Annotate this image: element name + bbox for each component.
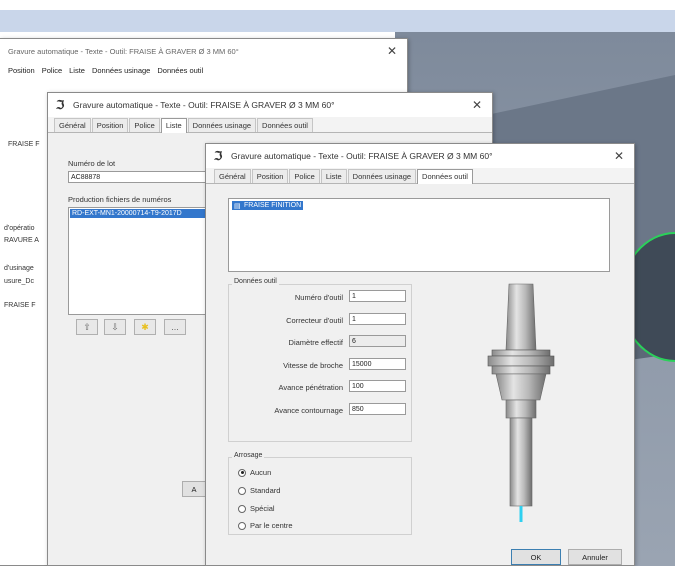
tool-item-label: FRAISE FINITION <box>244 202 302 209</box>
dialog-front-titlebar[interactable]: ℑ Gravure automatique - Texte - Outil: F… <box>206 144 634 168</box>
contour-feed-label: Avance contournage <box>274 406 343 415</box>
side-label: d'usinage <box>4 265 34 272</box>
tool-data-group-title: Données outil <box>232 278 279 285</box>
tab-police[interactable]: Police <box>42 66 62 75</box>
arrow-up-icon[interactable]: ⇧ <box>76 319 98 335</box>
close-icon[interactable]: ✕ <box>470 98 484 112</box>
tab-position[interactable]: Position <box>8 66 35 75</box>
close-icon[interactable]: ✕ <box>385 44 399 58</box>
lot-number-label: Numéro de lot <box>68 159 116 168</box>
coolant-option-special[interactable]: Spécial <box>238 504 275 513</box>
dialog-front-body: FRAISE FINITION ▤ Données outil Numéro d… <box>206 184 634 565</box>
coolant-option-none[interactable]: Aucun <box>238 468 271 477</box>
tab-general[interactable]: Général <box>214 169 251 183</box>
tool-holder-preview <box>487 283 555 522</box>
ellipsis-icon[interactable]: ... <box>164 319 186 335</box>
tab-donnees-outil[interactable]: Données outil <box>417 169 473 184</box>
tab-general[interactable]: Général <box>54 118 91 132</box>
tool-number-input[interactable]: 1 <box>349 290 406 302</box>
tab-donnees-usinage[interactable]: Données usinage <box>92 66 150 75</box>
dialog-front-title: Gravure automatique - Texte - Outil: FRA… <box>231 151 493 161</box>
coolant-option-label: Spécial <box>250 504 275 513</box>
tab-position[interactable]: Position <box>91 118 129 132</box>
tab-police[interactable]: Police <box>289 169 320 183</box>
file-production-label: Production fichiers de numéros <box>68 195 172 204</box>
spindle-speed-label: Vitesse de broche <box>283 361 343 370</box>
tab-donnees-outil[interactable]: Données outil <box>257 118 313 132</box>
close-icon[interactable]: ✕ <box>612 149 626 163</box>
tool-corrector-label: Correcteur d'outil <box>286 316 343 325</box>
spindle-speed-input[interactable]: 15000 <box>349 358 406 370</box>
tool-item-icon: ▤ <box>234 203 241 210</box>
star-icon[interactable]: ✱ <box>134 319 156 335</box>
tab-position[interactable]: Position <box>251 169 289 183</box>
coolant-option-label: Standard <box>250 486 281 495</box>
dialog-back-title: Gravure automatique - Texte - Outil: FRA… <box>8 46 239 56</box>
viewport-top-band <box>0 10 675 32</box>
effective-diameter-label: Diamètre effectif <box>288 338 343 347</box>
radio-icon[interactable] <box>238 521 246 530</box>
coolant-option-center[interactable]: Par le centre <box>238 521 293 530</box>
side-label: FRAISE F <box>8 141 40 148</box>
coolant-option-label: Aucun <box>250 468 272 477</box>
arrow-down-icon[interactable]: ⇩ <box>104 319 126 335</box>
dialog-middle-titlebar[interactable]: ℑ Gravure automatique - Texte - Outil: F… <box>48 93 492 117</box>
number-files-list[interactable]: RD-EXT-MN1-20000714-T9-2017D <box>68 207 213 315</box>
ok-button[interactable]: OK <box>511 549 561 565</box>
dialog-front[interactable]: ℑ Gravure automatique - Texte - Outil: F… <box>205 143 635 566</box>
dialog-front-tabs: Général Position Police Liste Données us… <box>206 168 634 184</box>
tab-liste[interactable]: Liste <box>69 66 85 75</box>
tab-donnees-usinage[interactable]: Données usinage <box>187 118 257 132</box>
effective-diameter-input: 6 <box>349 335 406 347</box>
dialog-back-tabs: Position Police Liste Données usinage Do… <box>0 63 407 77</box>
radio-icon[interactable] <box>238 486 246 495</box>
lot-number-input[interactable]: AC88878 <box>68 171 208 183</box>
contour-feed-input[interactable]: 850 <box>349 403 406 415</box>
coolant-option-label: Par le centre <box>250 521 293 530</box>
tab-liste[interactable]: Liste <box>160 118 187 133</box>
side-label: usure_Dc <box>4 278 34 285</box>
plunge-feed-label: Avance pénétration <box>278 383 344 392</box>
app-logo-icon: ℑ <box>56 98 65 112</box>
tool-number-label: Numéro d'outil <box>294 293 343 302</box>
coolant-group-title: Arrosage <box>232 452 265 459</box>
cancel-button[interactable]: Annuler <box>568 549 622 565</box>
list-item[interactable]: RD-EXT-MN1-20000714-T9-2017D <box>70 209 211 218</box>
tool-corrector-input[interactable]: 1 <box>349 313 406 325</box>
side-label: FRAISE F <box>4 302 36 309</box>
radio-icon[interactable] <box>238 504 246 513</box>
tab-donnees-usinage[interactable]: Données usinage <box>347 169 417 183</box>
side-label: d'opératio <box>4 225 35 232</box>
tab-police[interactable]: Police <box>129 118 160 132</box>
tool-list[interactable]: FRAISE FINITION ▤ <box>228 198 610 272</box>
coolant-option-standard[interactable]: Standard <box>238 486 280 495</box>
side-label: RAVURE A <box>4 237 39 244</box>
dialog-middle-tabs: Général Position Police Liste Données us… <box>48 117 492 133</box>
radio-selected-icon[interactable] <box>238 468 246 477</box>
plunge-feed-input[interactable]: 100 <box>349 380 406 392</box>
app-logo-icon: ℑ <box>214 149 223 163</box>
tab-liste[interactable]: Liste <box>320 169 347 183</box>
list-item[interactable]: FRAISE FINITION <box>232 201 304 210</box>
back-button[interactable]: A <box>182 481 206 497</box>
tab-donnees-outil[interactable]: Données outil <box>157 66 203 75</box>
dialog-middle-title: Gravure automatique - Texte - Outil: FRA… <box>73 100 335 110</box>
dialog-back-titlebar[interactable]: Gravure automatique - Texte - Outil: FRA… <box>0 39 407 63</box>
